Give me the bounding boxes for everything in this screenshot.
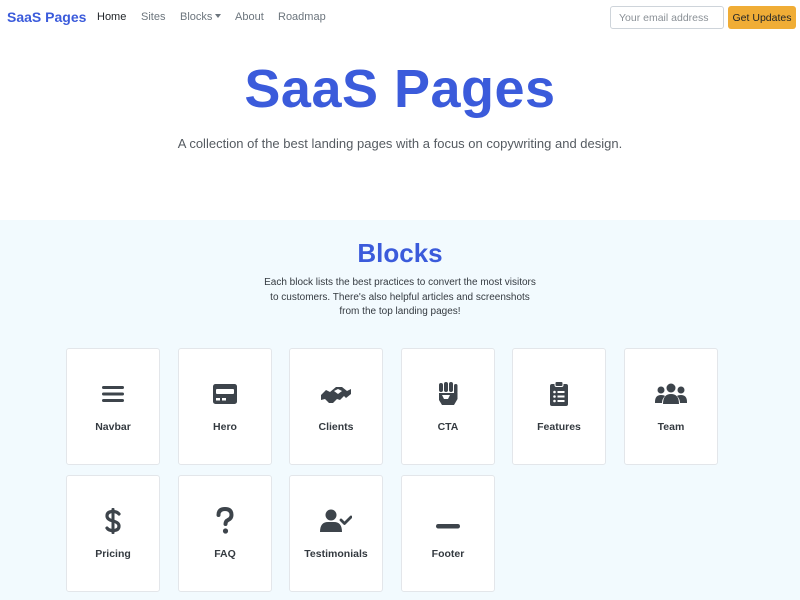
bars-icon [67,379,159,409]
block-card-hero[interactable]: Hero [178,348,272,465]
block-card-team[interactable]: Team [624,348,718,465]
nav-link-about[interactable]: About [235,11,264,23]
nav-link-blocks-label: Blocks [180,11,213,23]
navbar: SaaS Pages Home Sites Blocks About Roadm… [0,0,800,36]
users-icon [625,379,717,409]
blocks-description: Each block lists the best practices to c… [264,277,536,317]
nav-link-sites[interactable]: Sites [141,11,165,23]
blocks-section: Blocks Each block lists the best practic… [0,220,800,600]
block-card-faq[interactable]: FAQ [178,475,272,592]
fist-icon [402,379,494,409]
block-card-label: Team [657,421,685,433]
dollar-icon [67,506,159,536]
block-card-clients[interactable]: Clients [289,348,383,465]
block-card-label: Clients [318,421,354,433]
get-updates-button[interactable]: Get Updates [728,6,796,29]
email-input[interactable] [610,6,724,29]
clipboard-list-icon [513,379,605,409]
block-card-cta[interactable]: CTA [401,348,495,465]
nav-link-roadmap[interactable]: Roadmap [278,11,326,23]
caret-down-icon [215,14,222,18]
handshake-icon [290,379,382,409]
blocks-title: Blocks [357,238,443,268]
block-card-label: CTA [437,421,459,433]
block-card-footer[interactable]: Footer [401,475,495,592]
block-card-label: Navbar [95,421,131,433]
user-check-icon [290,506,382,536]
hero-subtitle: A collection of the best landing pages w… [177,136,623,151]
block-card-label: Pricing [95,548,131,560]
credit-card-icon [179,379,271,409]
brand-logo[interactable]: SaaS Pages [7,9,86,25]
block-card-label: FAQ [214,548,236,560]
block-card-features[interactable]: Features [512,348,606,465]
block-card-label: Footer [431,548,465,560]
block-card-testimonials[interactable]: Testimonials [289,475,383,592]
block-card-label: Testimonials [304,548,368,560]
block-card-label: Hero [213,421,237,433]
block-card-pricing[interactable]: Pricing [66,475,160,592]
nav-link-home[interactable]: Home [97,11,126,23]
minus-icon [402,506,494,536]
question-icon [179,506,271,536]
nav-link-blocks-dropdown[interactable]: Blocks [180,11,222,23]
block-card-label: Features [537,421,581,433]
hero-title: SaaS Pages [244,59,556,119]
block-card-navbar[interactable]: Navbar [66,348,160,465]
